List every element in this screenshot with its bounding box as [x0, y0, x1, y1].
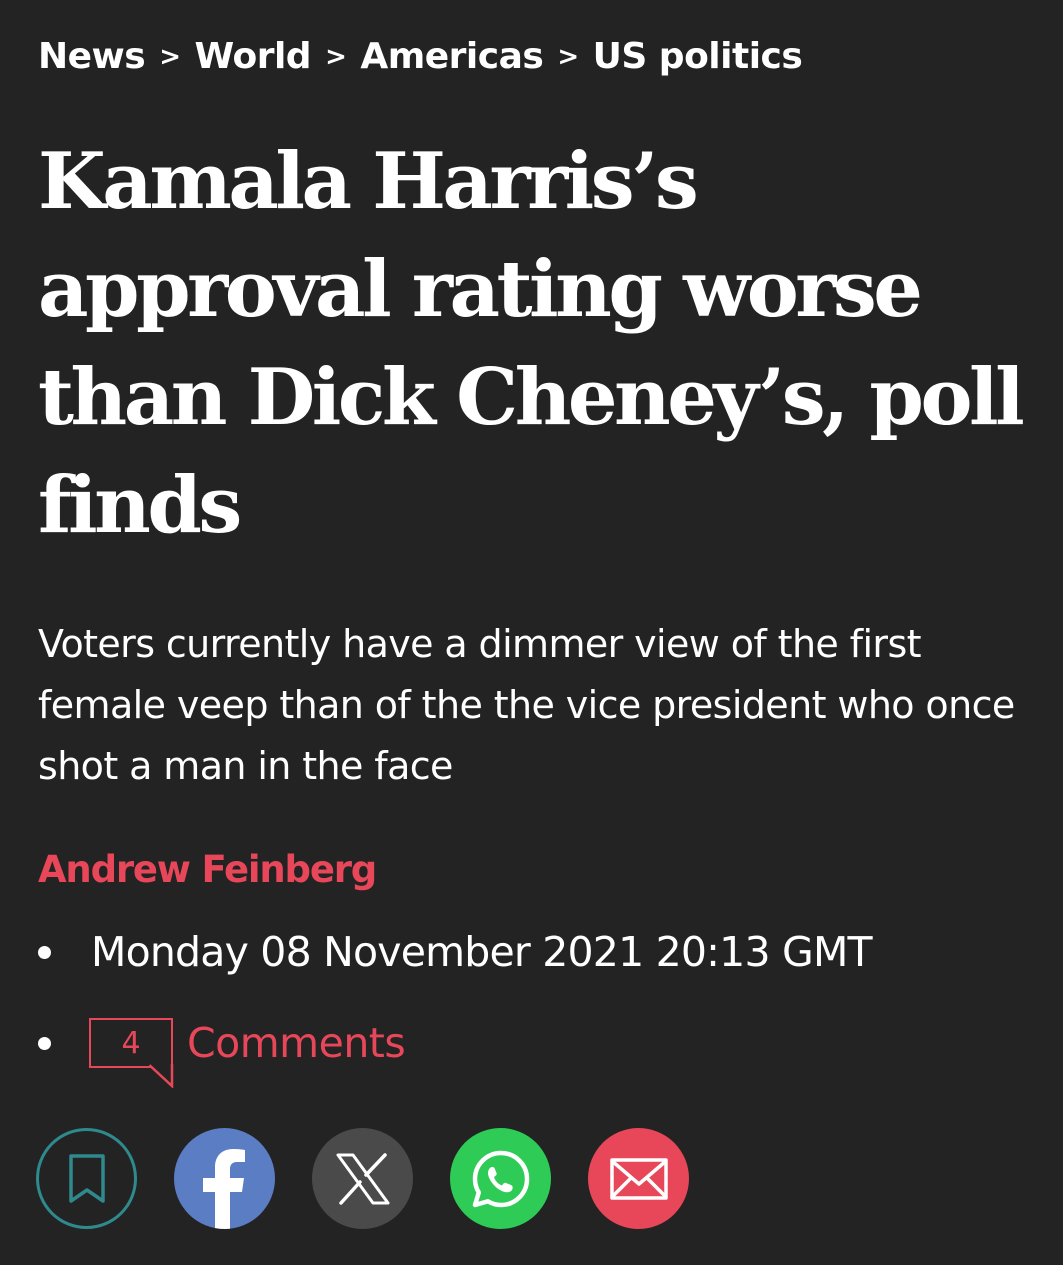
publish-date-row: Monday 08 November 2021 20:13 GMT — [38, 928, 873, 976]
share-bar — [36, 1128, 689, 1229]
whatsapp-icon — [472, 1150, 529, 1207]
bullet-icon — [38, 1036, 51, 1050]
comments-link[interactable]: 4 Comments — [89, 1018, 406, 1088]
facebook-icon — [203, 1149, 245, 1229]
breadcrumb-separator: > — [325, 41, 347, 72]
comments-label: Comments — [187, 1019, 406, 1067]
bookmark-button[interactable] — [36, 1128, 137, 1229]
bookmark-icon — [68, 1153, 105, 1203]
article-headline: Kamala Harris’s approval rating worse th… — [38, 136, 1025, 551]
email-icon — [609, 1157, 668, 1200]
comment-bubble-icon: 4 — [89, 1018, 174, 1088]
breadcrumb-separator: > — [159, 41, 181, 72]
x-icon — [336, 1152, 389, 1205]
bullet-icon — [38, 945, 51, 959]
email-share-button[interactable] — [588, 1128, 689, 1229]
breadcrumb-us-politics[interactable]: US politics — [593, 36, 803, 77]
comment-count: 4 — [121, 1025, 141, 1061]
breadcrumb-americas[interactable]: Americas — [360, 36, 543, 77]
facebook-share-button[interactable] — [174, 1128, 275, 1229]
article-standfirst: Voters currently have a dimmer view of t… — [38, 622, 1015, 788]
whatsapp-share-button[interactable] — [450, 1128, 551, 1229]
publish-date: Monday 08 November 2021 20:13 GMT — [91, 928, 873, 976]
breadcrumb-world[interactable]: World — [195, 36, 312, 77]
breadcrumb: News > World > Americas > US politics — [38, 36, 803, 77]
comments-row: 4 Comments — [38, 1018, 406, 1088]
x-share-button[interactable] — [312, 1128, 413, 1229]
breadcrumb-news[interactable]: News — [38, 36, 146, 77]
author-link[interactable]: Andrew Feinberg — [38, 848, 377, 891]
breadcrumb-separator: > — [557, 41, 579, 72]
